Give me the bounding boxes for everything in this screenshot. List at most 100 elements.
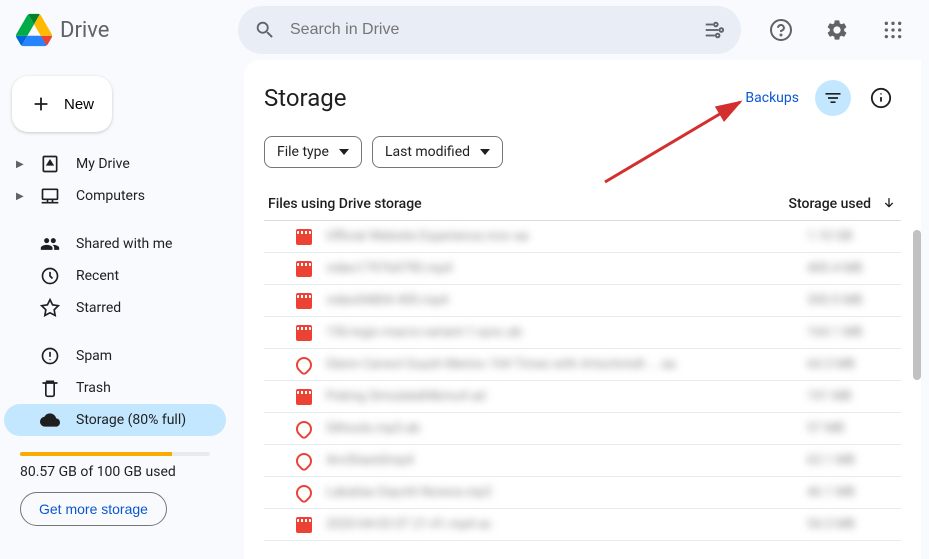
- audio-file-icon: [293, 449, 316, 472]
- file-row[interactable]: 2020-04-03 07 21-41.mp4 ac 54.3 MB: [264, 509, 901, 541]
- sidebar-item-label: My Drive: [76, 156, 130, 172]
- chevron-down-icon: [339, 149, 349, 155]
- chip-label: Last modified: [385, 144, 470, 160]
- video-file-icon: [296, 389, 312, 405]
- spam-icon: [40, 346, 60, 366]
- file-name: 4nvShareSmp4: [326, 453, 793, 468]
- sidebar-item-label: Computers: [76, 188, 145, 204]
- file-name: video179764790.mp4: [326, 261, 793, 276]
- cloud-icon: [40, 410, 60, 430]
- backups-link[interactable]: Backups: [745, 90, 799, 106]
- sidebar-item-trash[interactable]: Trash: [4, 372, 226, 404]
- file-name: 156-logic-macro-variant-1-sync.ab: [326, 325, 793, 340]
- file-name: Silhouts.mp3.ab: [326, 421, 793, 436]
- file-name: Glenn Carwol Guysh Merino 104 Times with…: [326, 357, 793, 372]
- search-options-icon[interactable]: [703, 19, 725, 41]
- sidebar-item-label: Storage (80% full): [76, 412, 186, 428]
- col-storage-header[interactable]: Storage used: [789, 196, 897, 212]
- file-name: Official Website Experience.mov aa: [326, 229, 793, 244]
- file-name: Lakaitas Dayvitt Noreva.mp3: [326, 485, 793, 500]
- file-name: 2020-04-03 07 21-41.mp4 ac: [326, 517, 793, 532]
- mydrive-icon: [40, 154, 60, 174]
- filter-button[interactable]: [815, 80, 851, 116]
- file-size: 54.3 MB: [807, 517, 897, 532]
- sidebar-item-shared[interactable]: Shared with me: [4, 228, 226, 260]
- page-title: Storage: [264, 84, 745, 112]
- info-button[interactable]: [861, 78, 901, 118]
- file-size: 64.3 MB: [807, 357, 897, 372]
- chip-label: File type: [277, 144, 329, 160]
- video-file-icon: [296, 293, 312, 309]
- sidebar-item-starred[interactable]: Starred: [4, 292, 226, 324]
- file-row[interactable]: video04804 400.mp4 300.0 MB: [264, 285, 901, 317]
- last-modified-chip[interactable]: Last modified: [372, 136, 503, 168]
- computers-icon: [40, 186, 60, 206]
- chevron-down-icon: [480, 149, 490, 155]
- search-bar[interactable]: [238, 6, 741, 54]
- arrow-down-icon: [881, 196, 897, 212]
- sidebar-item-label: Recent: [76, 268, 119, 284]
- file-size: 46.1 MB: [807, 485, 897, 500]
- help-icon: [769, 18, 793, 42]
- video-file-icon: [296, 229, 312, 245]
- file-name: Poking Simulate84bmo4 ad: [326, 389, 793, 404]
- audio-file-icon: [293, 353, 316, 376]
- shared-icon: [40, 234, 60, 254]
- file-row[interactable]: Poking Simulate84bmo4 ad191 MB: [264, 381, 901, 413]
- file-row[interactable]: video179764790.mp4 400.4 MB: [264, 253, 901, 285]
- file-size: 164.1 MB: [807, 325, 897, 340]
- get-more-storage-button[interactable]: Get more storage: [20, 492, 167, 526]
- sidebar-item-mydrive[interactable]: ▶ My Drive: [4, 148, 226, 180]
- storage-usage-text: 80.57 GB of 100 GB used: [20, 464, 226, 480]
- new-button-label: New: [64, 96, 94, 113]
- apps-icon: [883, 20, 903, 40]
- col-files-label: Files using Drive storage: [268, 196, 422, 212]
- sidebar-item-label: Spam: [76, 348, 112, 364]
- sidebar-item-storage[interactable]: Storage (80% full): [4, 404, 226, 436]
- file-name: video04804 400.mp4: [326, 293, 793, 308]
- video-file-icon: [296, 261, 312, 277]
- chevron-right-icon: ▶: [16, 159, 24, 170]
- plus-icon: [30, 92, 52, 116]
- col-storage-label: Storage used: [789, 196, 871, 212]
- file-size: 400.4 MB: [807, 261, 897, 276]
- sidebar-item-recent[interactable]: Recent: [4, 260, 226, 292]
- filter-icon: [823, 88, 843, 108]
- gear-icon: [825, 18, 849, 42]
- file-row[interactable]: Glenn Carwol Guysh Merino 104 Times with…: [264, 349, 901, 381]
- file-type-chip[interactable]: File type: [264, 136, 362, 168]
- drive-logo-area[interactable]: Drive: [16, 12, 238, 48]
- sidebar-item-label: Trash: [76, 380, 111, 396]
- settings-button[interactable]: [817, 10, 857, 50]
- file-row[interactable]: 156-logic-macro-variant-1-sync.ab 164.1 M…: [264, 317, 901, 349]
- help-button[interactable]: [761, 10, 801, 50]
- scrollbar[interactable]: [913, 230, 921, 380]
- file-size: 300.0 MB: [807, 293, 897, 308]
- sidebar-item-label: Shared with me: [76, 236, 172, 252]
- chevron-right-icon: ▶: [16, 191, 24, 202]
- star-icon: [40, 298, 60, 318]
- search-input[interactable]: [290, 21, 689, 39]
- trash-icon: [40, 378, 60, 398]
- sidebar: New ▶ My Drive ▶ Computers Shared with m…: [0, 68, 238, 534]
- new-button[interactable]: New: [12, 76, 112, 132]
- video-file-icon: [296, 325, 312, 341]
- main-content: Storage Backups File type Last modified …: [244, 60, 921, 559]
- file-row[interactable]: Silhouts.mp3.ab 57 MB: [264, 413, 901, 445]
- file-list: Official Website Experience.mov aa 1.10 G…: [264, 221, 901, 541]
- apps-button[interactable]: [873, 10, 913, 50]
- info-icon: [870, 87, 892, 109]
- file-row[interactable]: 4nvShareSmp4 63.1 MB: [264, 445, 901, 477]
- logo-text: Drive: [60, 18, 109, 43]
- audio-file-icon: [293, 481, 316, 504]
- drive-logo-icon: [16, 12, 52, 48]
- file-row[interactable]: Official Website Experience.mov aa 1.10 G…: [264, 221, 901, 253]
- sidebar-item-spam[interactable]: Spam: [4, 340, 226, 372]
- video-file-icon: [296, 517, 312, 533]
- search-icon: [254, 19, 276, 41]
- file-size: 57 MB: [807, 421, 897, 436]
- file-size: 1.10 GB: [807, 229, 897, 244]
- sidebar-item-computers[interactable]: ▶ Computers: [4, 180, 226, 212]
- file-size: 63.1 MB: [807, 453, 897, 468]
- file-row[interactable]: Lakaitas Dayvitt Noreva.mp3 46.1 MB: [264, 477, 901, 509]
